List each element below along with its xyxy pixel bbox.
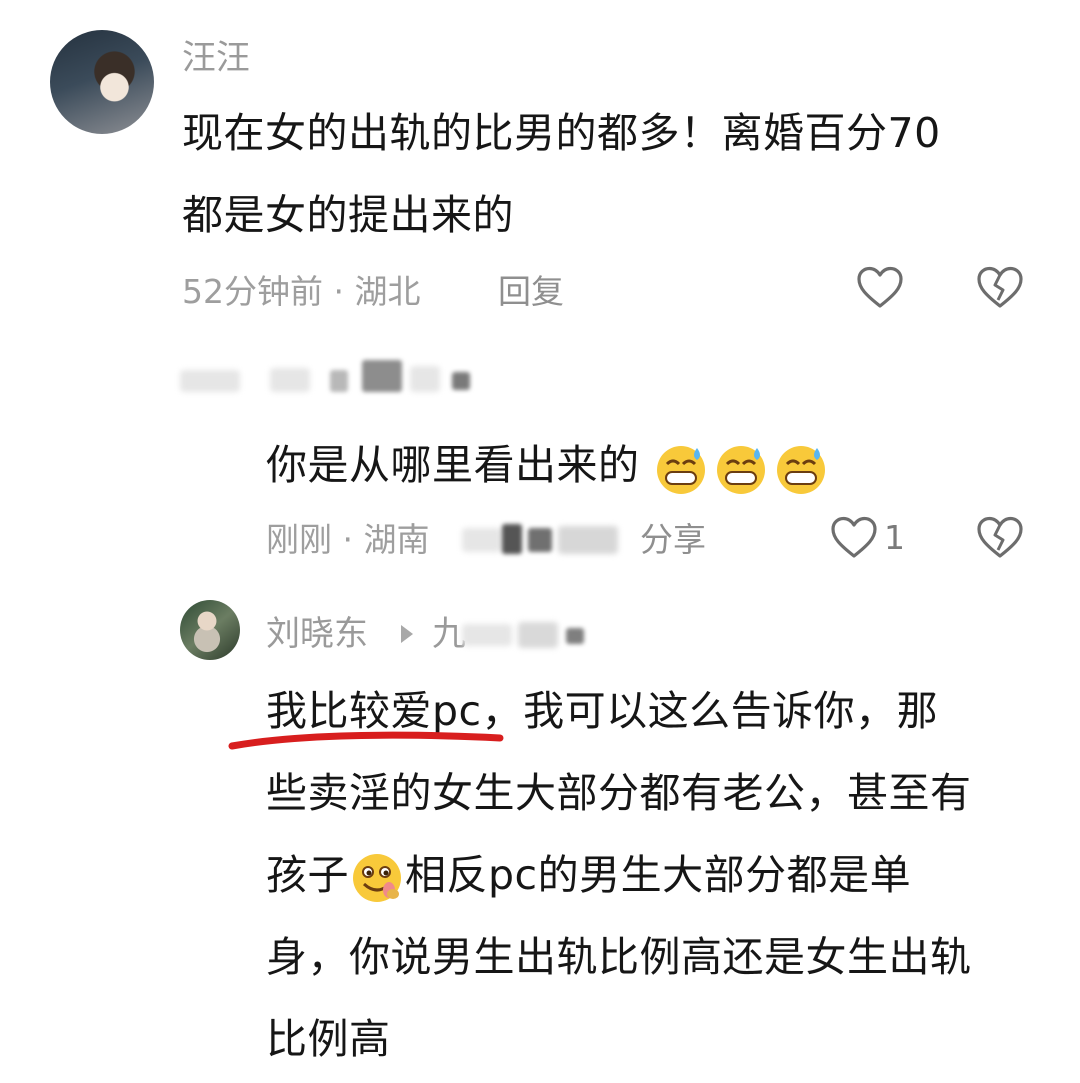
blurred-username [170, 350, 490, 410]
like-heart-icon[interactable] [856, 266, 904, 310]
grinning-sweat-emoji [657, 446, 826, 494]
comment-text-line2: 都是女的提出来的 [182, 191, 514, 239]
comment2-line3: 孩子 相反pc的男生大部分都是单 [266, 834, 911, 916]
grinning-sweat-emoji-group [653, 441, 831, 494]
like-count: 1 [884, 518, 905, 557]
blurred-reply-area [462, 522, 628, 558]
reply-button[interactable]: 回复 [498, 272, 564, 312]
username-wangwang[interactable]: 汪汪 [182, 38, 250, 78]
dislike-broken-heart-icon[interactable] [976, 516, 1024, 560]
comment2-line5: 比例高 [266, 1015, 391, 1063]
reply-comment-text: 你是从哪里看出来的 [266, 424, 831, 506]
avatar-liuxiaodong[interactable] [180, 600, 240, 660]
reply-to-username[interactable]: 九 [432, 614, 466, 654]
share-button[interactable]: 分享 [640, 520, 706, 560]
comment-text-line1: 现在女的出轨的比男的都多！离婚百分70 [182, 109, 941, 157]
reply-to-arrow-icon [401, 625, 413, 643]
yum-face-emoji [353, 854, 401, 902]
comment-time-location: 52分钟前 · 湖北 [182, 272, 421, 311]
dislike-broken-heart-icon[interactable] [976, 266, 1024, 310]
blurred-reply-to-username [462, 618, 592, 652]
comment2-line2: 些卖淫的女生大部分都有老公，甚至有 [266, 769, 972, 817]
comment2-line4: 身，你说男生出轨比例高还是女生出轨 [266, 933, 972, 981]
avatar-wangwang[interactable] [50, 30, 154, 134]
like-heart-icon[interactable] [830, 516, 878, 560]
red-underline-mark [228, 731, 504, 750]
username-liuxiaodong[interactable]: 刘晓东 [266, 614, 368, 654]
reply-time-location: 刚刚 · 湖南 [266, 520, 430, 559]
